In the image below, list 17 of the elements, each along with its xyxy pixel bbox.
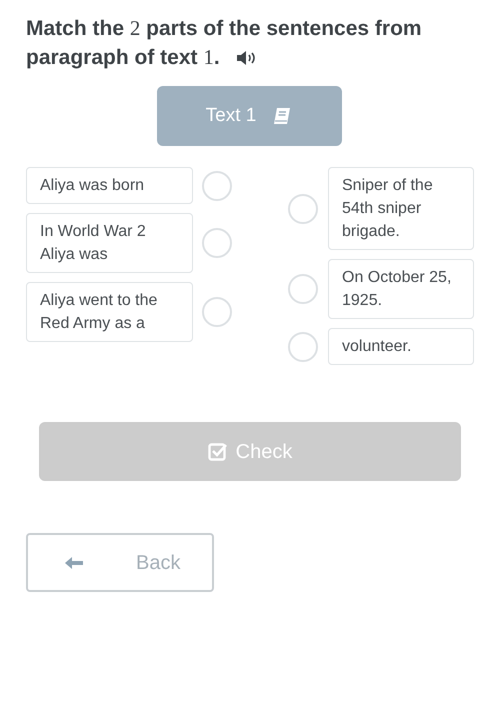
sentence-card[interactable]: Aliya was born [26,167,193,204]
sentence-card[interactable]: On October 25, 1925. [328,259,474,319]
match-radio[interactable] [202,170,232,200]
match-radio[interactable] [288,194,318,224]
sentence-card[interactable]: Sniper of the 54th sniper brigade. [328,167,474,250]
book-icon [272,107,292,125]
match-radio[interactable] [202,228,232,258]
match-radio[interactable] [288,332,318,362]
match-radio[interactable] [288,274,318,304]
sentence-card[interactable]: In World War 2 Aliya was [26,213,193,273]
question-title: Match the 2 parts of the sentences from paragraph of text 1. [26,15,423,71]
speaker-icon[interactable] [236,50,258,66]
checkbox-icon [208,442,228,462]
sentence-card[interactable]: Aliya went to the Red Army as a [26,282,193,342]
match-radio[interactable] [202,297,232,327]
sentence-card[interactable]: volunteer. [328,328,474,365]
arrow-left-icon [64,556,84,570]
